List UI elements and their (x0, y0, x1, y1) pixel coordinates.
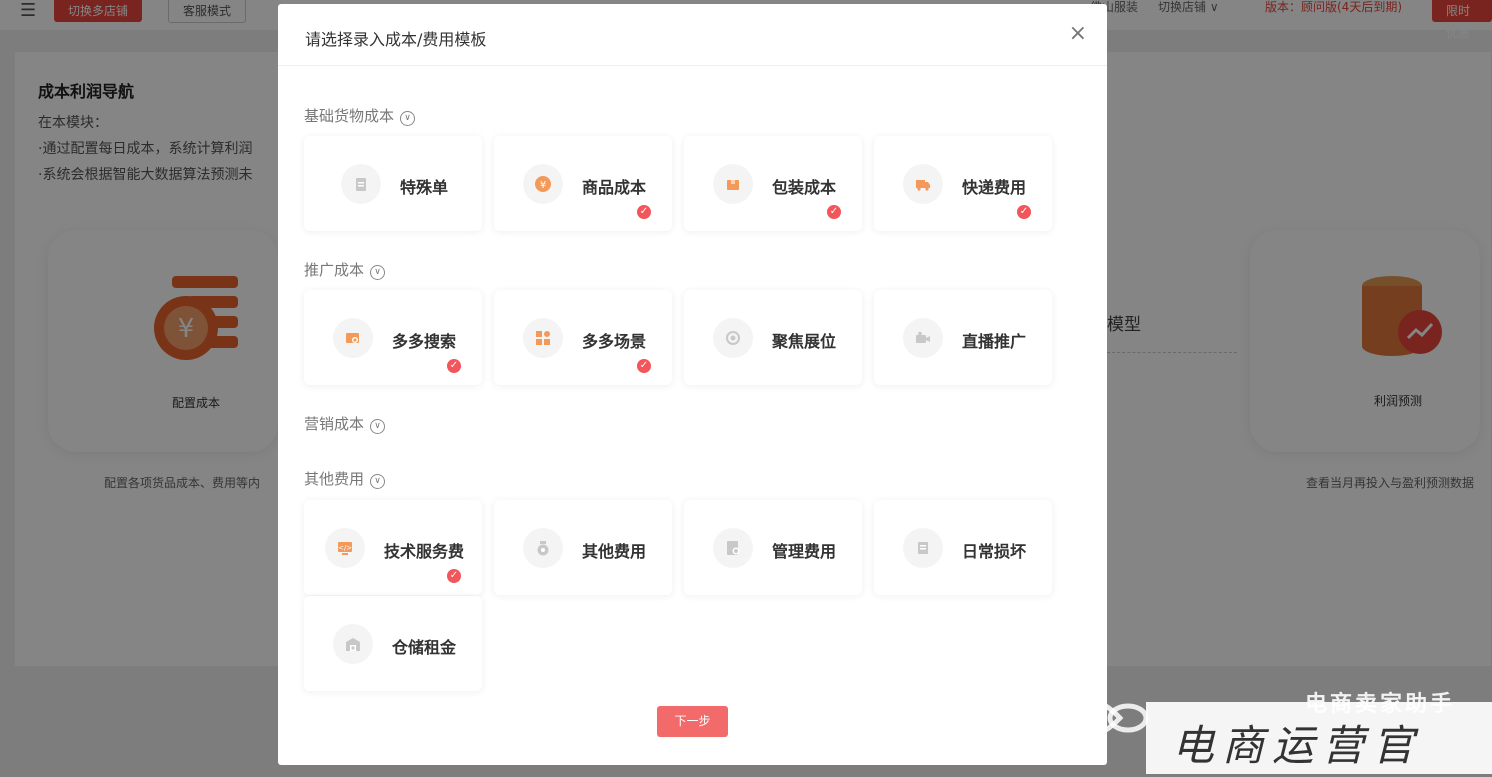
chevron-down-icon[interactable]: ∨ (400, 111, 416, 126)
tile-other-fee[interactable]: 其他费用 (494, 500, 672, 595)
tile-goods-cost[interactable]: ¥ 商品成本 ✓ (494, 136, 672, 231)
grid-icon (523, 318, 563, 358)
tile-packaging-cost[interactable]: 包装成本 ✓ (684, 136, 862, 231)
search-window-icon (333, 318, 373, 358)
camera-icon (903, 318, 943, 358)
check-icon: ✓ (637, 359, 651, 373)
tile-label: 多多搜索 (392, 332, 457, 351)
watermark-stamp: 电商运营官 (1146, 702, 1492, 774)
tile-daily-damage[interactable]: 日常损坏 (874, 500, 1052, 595)
modal-title: 请选择录入成本/费用模板 (305, 30, 487, 49)
monitor-code-icon: </> (325, 528, 365, 568)
tile-duoduo-scene[interactable]: 多多场景 ✓ (494, 290, 672, 385)
box-icon (903, 528, 943, 568)
tile-label: 包装成本 (772, 178, 837, 197)
tile-express-fee[interactable]: 快递费用 ✓ (874, 136, 1052, 231)
modal-header: 请选择录入成本/费用模板 × (278, 4, 1107, 66)
section-basic-goods-cost[interactable]: 基础货物成本 ∨ (304, 105, 416, 126)
tile-label: 直播推广 (962, 332, 1027, 351)
check-icon: ✓ (447, 359, 461, 373)
chevron-down-icon[interactable]: ∨ (370, 419, 386, 434)
yen-icon: ¥ (523, 164, 563, 204)
tile-label: 商品成本 (582, 178, 647, 197)
tile-label: 快递费用 (962, 178, 1027, 197)
tile-label: 日常损坏 (962, 542, 1027, 561)
tile-label: 管理费用 (772, 542, 837, 561)
warehouse-icon (333, 624, 373, 664)
section-other-fees[interactable]: 其他费用 ∨ (304, 468, 386, 489)
tile-tech-service-fee[interactable]: </> 技术服务费 ✓ (304, 500, 482, 595)
tile-focus-booth[interactable]: 聚焦展位 (684, 290, 862, 385)
check-icon: ✓ (827, 205, 841, 219)
section-title: 推广成本 (304, 261, 365, 279)
tile-special-order[interactable]: 特殊单 (304, 136, 482, 231)
next-step-button[interactable]: 下一步 (657, 706, 728, 737)
svg-text:¥: ¥ (540, 180, 546, 191)
template-select-modal: 请选择录入成本/费用模板 × 基础货物成本 ∨ 特殊单 ¥ 商品成本 ✓ 包装成本… (278, 4, 1107, 765)
watermark-stamp-text: 电商运营官 (1172, 721, 1423, 770)
target-icon (713, 318, 753, 358)
check-icon: ✓ (447, 569, 461, 583)
section-title: 基础货物成本 (304, 107, 395, 125)
truck-icon (903, 164, 943, 204)
money-bag-icon (523, 528, 563, 568)
document-gear-icon (713, 528, 753, 568)
section-title: 营销成本 (304, 415, 365, 433)
chevron-down-icon[interactable]: ∨ (370, 474, 386, 489)
tile-label: 多多场景 (582, 332, 647, 351)
tile-label: 特殊单 (400, 178, 449, 197)
close-icon[interactable]: × (1069, 21, 1087, 46)
tile-storage-rent[interactable]: 仓储租金 (304, 596, 482, 691)
tile-duoduo-search[interactable]: 多多搜索 ✓ (304, 290, 482, 385)
package-icon (713, 164, 753, 204)
tile-management-fee[interactable]: 管理费用 (684, 500, 862, 595)
clipboard-icon (341, 164, 381, 204)
tile-live-promotion[interactable]: 直播推广 (874, 290, 1052, 385)
fish-logo-icon (1060, 689, 1149, 747)
tile-label: 聚焦展位 (772, 332, 837, 351)
svg-text:</>: </> (338, 544, 352, 552)
tile-label: 技术服务费 (384, 542, 465, 561)
chevron-down-icon[interactable]: ∨ (370, 265, 386, 280)
section-promotion-cost[interactable]: 推广成本 ∨ (304, 259, 386, 280)
tile-label: 其他费用 (582, 542, 647, 561)
section-marketing-cost[interactable]: 营销成本 ∨ (304, 413, 386, 434)
tile-label: 仓储租金 (392, 638, 457, 657)
section-title: 其他费用 (304, 470, 365, 488)
check-icon: ✓ (1017, 205, 1031, 219)
check-icon: ✓ (637, 205, 651, 219)
